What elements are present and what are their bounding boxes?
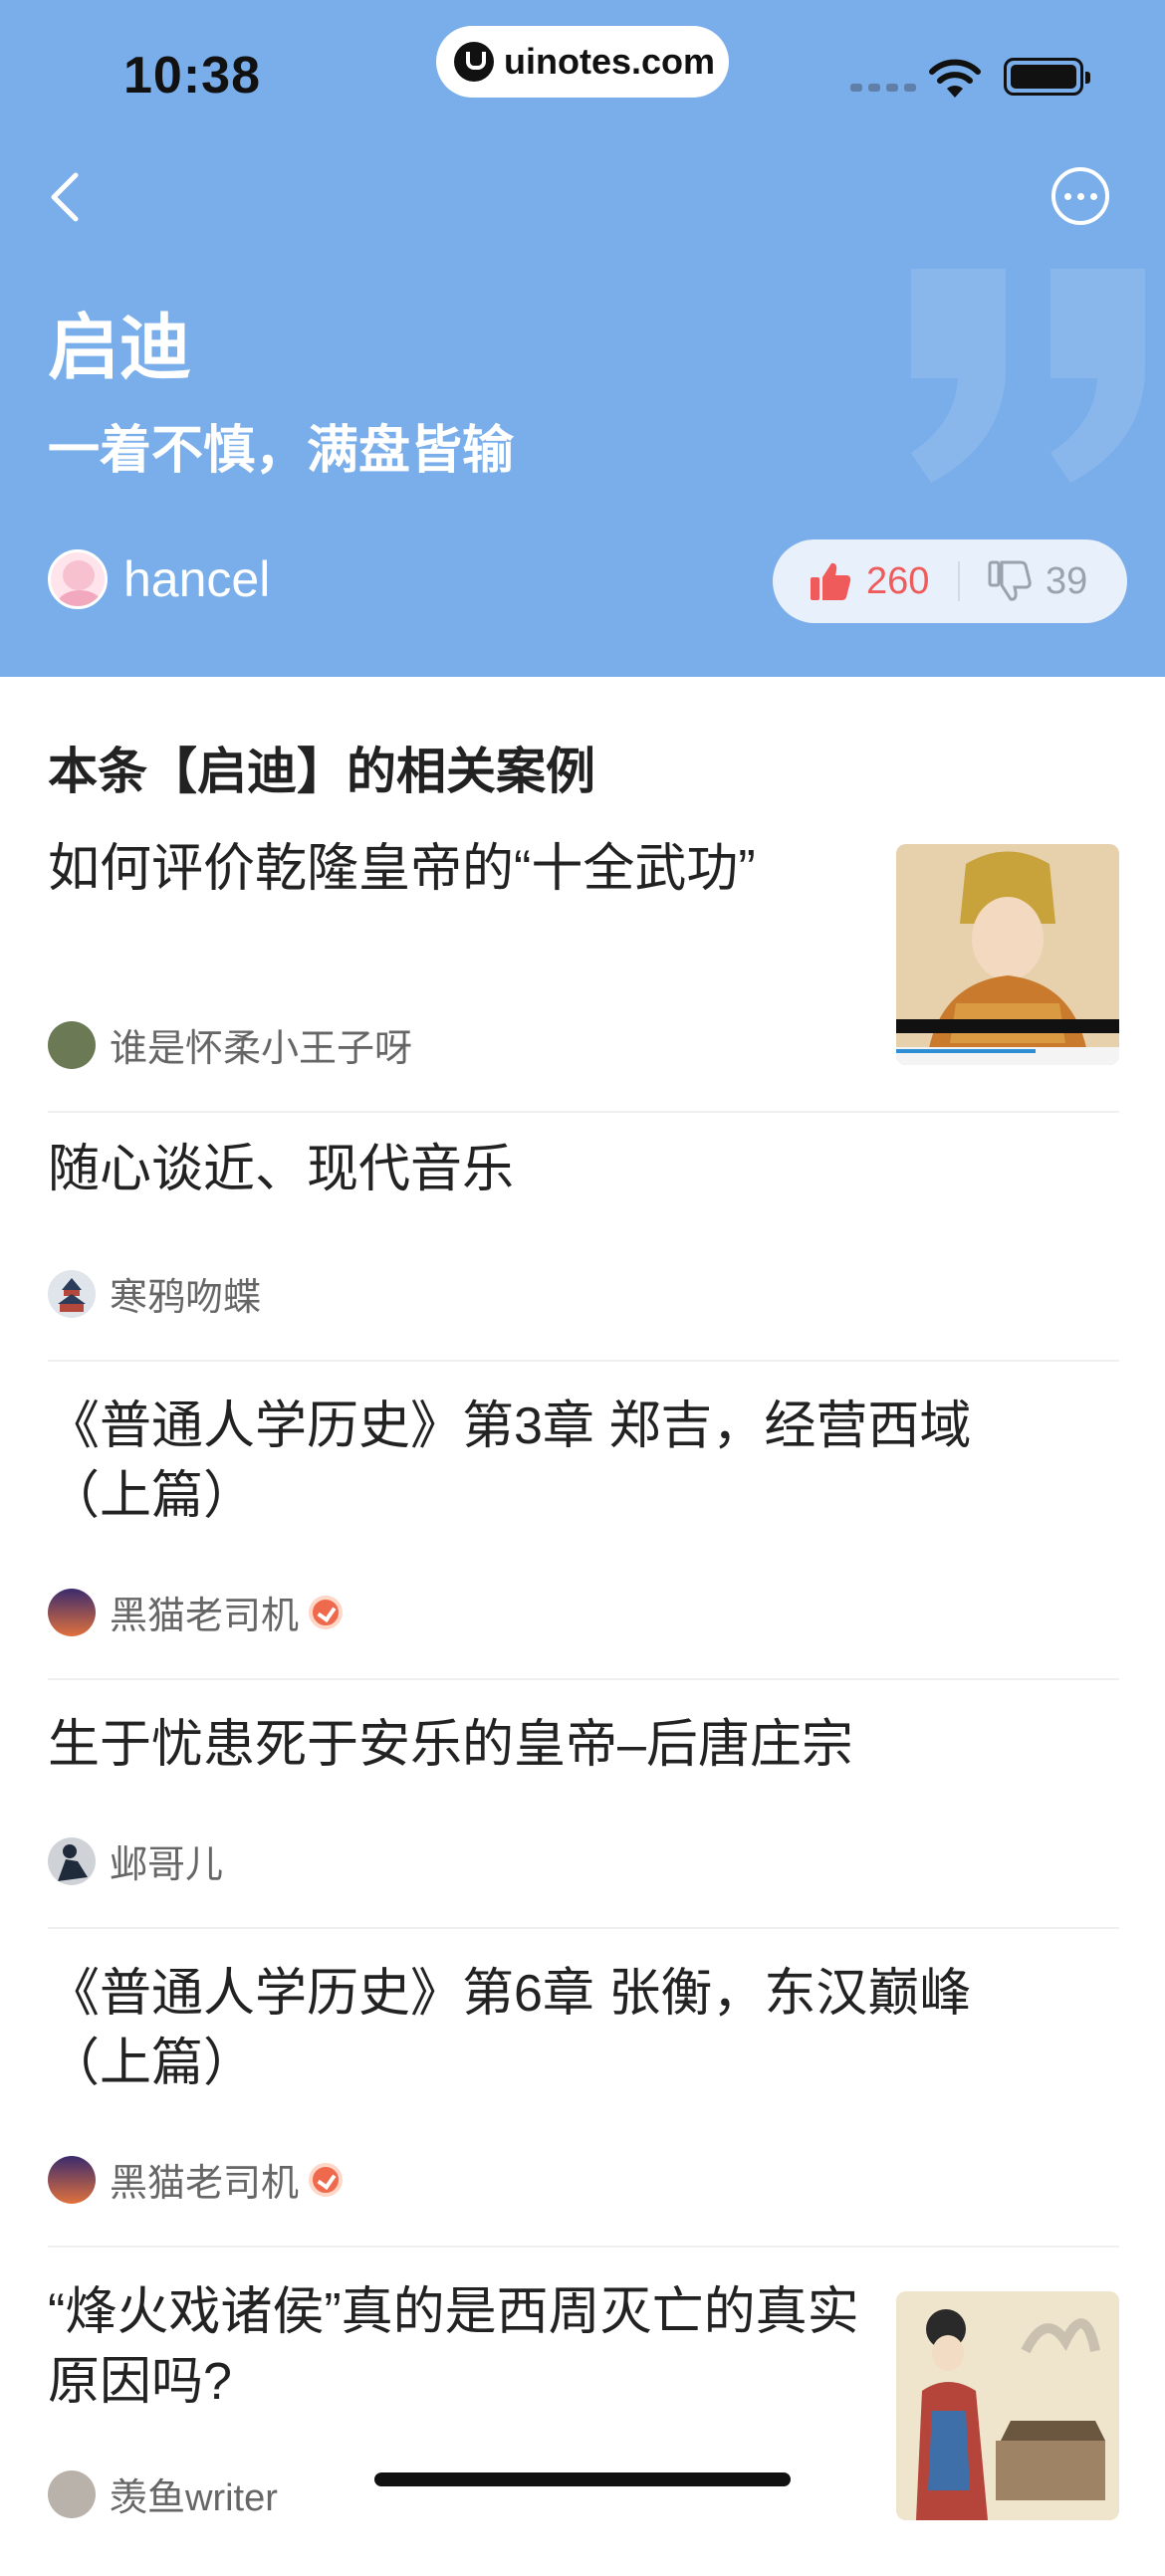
avatar xyxy=(48,1020,96,1069)
case-item[interactable]: 随心谈近、现代音乐 寒鸦吻蝶 xyxy=(48,1135,1119,1362)
case-author-name: 黑猫老司机 xyxy=(110,2163,300,2205)
chevron-left-icon[interactable] xyxy=(40,167,90,227)
dislike-button[interactable]: 39 xyxy=(960,560,1087,603)
case-title: “烽火戏诸侯”真的是西周灭亡的真实原因吗? xyxy=(48,2283,859,2411)
wifi-icon xyxy=(929,59,981,98)
page-title: 启迪 xyxy=(48,309,192,388)
case-author[interactable]: 谁是怀柔小王子呀 xyxy=(48,1017,412,1072)
header: 10:38 uinotes.com 启迪 一着不慎，满盘皆输 hancel 26… xyxy=(0,0,1165,677)
case-title: 随心谈近、现代音乐 xyxy=(48,1141,515,1198)
avatar xyxy=(48,1836,96,1885)
case-item[interactable]: 《普通人学历史》第6章 张衡，东汉巅峰（上篇） 黑猫老司机 xyxy=(48,1959,1119,2248)
url-pill[interactable]: uinotes.com xyxy=(436,26,729,98)
author-info[interactable]: hancel xyxy=(48,549,270,609)
more-dots-icon[interactable] xyxy=(1051,167,1109,225)
vote-box: 260 39 xyxy=(773,539,1127,623)
avatar xyxy=(48,2469,96,2518)
cellular-signal-icon xyxy=(850,84,916,92)
case-thumbnail[interactable] xyxy=(896,2291,1119,2520)
url-text: uinotes.com xyxy=(504,41,716,82)
case-thumbnail[interactable] xyxy=(896,844,1119,1065)
case-item[interactable]: 《普通人学历史》第3章 郑吉，经营西域（上篇） 黑猫老司机 xyxy=(48,1392,1119,1680)
case-item[interactable]: 如何评价乾隆皇帝的“十全武功” 谁是怀柔小王子呀 xyxy=(48,834,1119,1113)
avatar xyxy=(48,1269,96,1318)
case-author-name: 邺哥儿 xyxy=(110,1844,224,1886)
case-author[interactable]: 邺哥儿 xyxy=(48,1833,223,1888)
author-name: hancel xyxy=(123,551,271,607)
like-button[interactable]: 260 xyxy=(773,560,958,603)
avatar xyxy=(48,549,108,609)
section-title: 本条【启迪】的相关案例 xyxy=(48,744,595,799)
case-author[interactable]: 黑猫老司机 xyxy=(48,1585,344,1639)
case-title: 如何评价乾隆皇帝的“十全武功” xyxy=(48,840,756,898)
case-author-name: 谁是怀柔小王子呀 xyxy=(110,1028,413,1070)
avatar xyxy=(48,1588,96,1636)
like-count: 260 xyxy=(866,559,930,602)
battery-icon xyxy=(1004,58,1090,96)
case-title: 《普通人学历史》第6章 张衡，东汉巅峰（上篇） xyxy=(48,1965,972,2092)
dislike-count: 39 xyxy=(1046,559,1088,602)
thumbs-down-icon xyxy=(988,560,1032,601)
case-item[interactable]: 生于忧患死于安乐的皇帝–后唐庄宗 邺哥儿 xyxy=(48,1710,1119,1929)
verified-badge-icon xyxy=(309,1595,344,1629)
avatar xyxy=(48,2155,96,2204)
status-time: 10:38 xyxy=(123,47,261,105)
case-author-name: 黑猫老司机 xyxy=(110,1596,300,1637)
site-logo-icon xyxy=(454,42,494,82)
case-author[interactable]: 黑猫老司机 xyxy=(48,2152,344,2207)
case-author[interactable]: 羡鱼writer xyxy=(48,2467,278,2521)
case-title: 《普通人学历史》第3章 郑吉，经营西域（上篇） xyxy=(48,1397,972,1525)
case-author-name: 羡鱼writer xyxy=(110,2477,278,2519)
case-title: 生于忧患死于安乐的皇帝–后唐庄宗 xyxy=(48,1716,853,1774)
case-author-name: 寒鸦吻蝶 xyxy=(110,1277,262,1319)
verified-badge-icon xyxy=(309,2162,344,2197)
page-subtitle: 一着不慎，满盘皆输 xyxy=(48,422,515,480)
quote-mark-icon xyxy=(911,269,1145,483)
thumbs-up-icon xyxy=(811,562,851,600)
emperor-portrait-image xyxy=(896,844,1119,1065)
case-author[interactable]: 寒鸦吻蝶 xyxy=(48,1266,261,1321)
ancient-painting-image xyxy=(896,2291,1119,2520)
home-indicator[interactable] xyxy=(374,2472,791,2486)
case-item[interactable]: “烽火戏诸侯”真的是西周灭亡的真实原因吗? 羡鱼writer xyxy=(48,2277,1119,2576)
